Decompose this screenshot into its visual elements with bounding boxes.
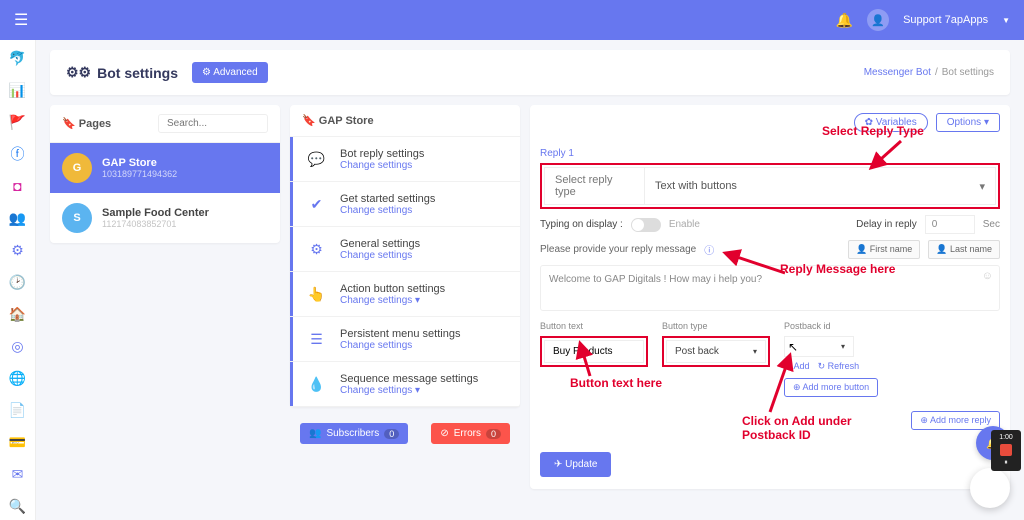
errors-button[interactable]: ⊘ Errors 0 (431, 423, 510, 444)
iconbar: 🐬 📊 🚩 ⓕ ◘ 👥 ⚙ 🕑 🏠 ◎ 🌐 📄 💳 ✉ 🔍 (0, 40, 36, 520)
chevron-down-icon: ▾ (979, 180, 985, 193)
user-name[interactable]: Support 7apApps (903, 14, 988, 26)
pages-icon: 🔖 (62, 117, 76, 130)
topbar: ☰ 🔔 👤 Support 7apApps ▼ (0, 0, 1024, 40)
target-icon[interactable]: ◎ (10, 338, 26, 354)
cursor-icon: ↖ (788, 340, 798, 354)
refresh-link[interactable]: ↻ Refresh (818, 361, 860, 372)
crumb-b: Bot settings (942, 67, 994, 78)
mail-icon[interactable]: ✉ (10, 466, 26, 482)
button-type-select[interactable]: Post back▾ (666, 340, 766, 363)
drop-icon: 💧 (290, 362, 340, 406)
pointer-icon: 👆 (290, 272, 340, 316)
add-more-button[interactable]: ⊕ Add more button (784, 378, 878, 397)
page-item-sample[interactable]: S Sample Food Center112174083852701 (50, 193, 280, 243)
gears-icon: ⚙⚙ (66, 64, 91, 81)
chat-bubble[interactable] (970, 468, 1010, 508)
typing-toggle[interactable] (631, 218, 661, 232)
gear-icon[interactable]: ⚙ (10, 242, 26, 258)
search-icon[interactable]: 🔍 (10, 498, 26, 514)
recorder-widget[interactable]: 1:00 ⏸ (991, 430, 1021, 471)
logo-icon[interactable]: 🐬 (10, 50, 26, 66)
cog-icon: ⚙ (290, 227, 340, 271)
globe-icon[interactable]: 🌐 (10, 370, 26, 386)
crumb-a[interactable]: Messenger Bot (864, 67, 931, 78)
card-icon[interactable]: 💳 (10, 434, 26, 450)
page-avatar: G (62, 153, 92, 183)
chart-icon[interactable]: 📊 (10, 82, 26, 98)
page-title: ⚙⚙Bot settings (66, 64, 178, 81)
options-button[interactable]: Options ▾ (936, 113, 1000, 132)
settings-panel: 🔖 GAP Store 💬Bot reply settingsChange se… (290, 105, 520, 454)
stop-icon[interactable] (1000, 444, 1012, 456)
reply-label: Reply 1 (540, 148, 1000, 159)
breadcrumb: Messenger Bot/Bot settings (864, 67, 994, 78)
check-icon: ✔ (290, 182, 340, 226)
clock-icon[interactable]: 🕑 (10, 274, 26, 290)
select-reply-type[interactable]: Select reply type Text with buttons▾ (544, 167, 996, 205)
reply-message-input[interactable]: Welcome to GAP Digitals ! How may i help… (540, 265, 1000, 311)
button-text-input[interactable] (544, 340, 644, 363)
menu-icon: ☰ (290, 317, 340, 361)
chevron-down-icon: ▼ (1002, 16, 1010, 25)
select-reply-type-highlight: Select reply type Text with buttons▾ (540, 163, 1000, 209)
flag-icon[interactable]: 🚩 (10, 114, 26, 130)
page-avatar: S (62, 203, 92, 233)
facebook-icon[interactable]: ⓕ (10, 146, 26, 162)
doc-icon[interactable]: 📄 (10, 402, 26, 418)
page-header: ⚙⚙Bot settings ⚙ Advanced Messenger Bot/… (50, 50, 1010, 95)
search-input[interactable] (158, 114, 268, 133)
main: ⚙⚙Bot settings ⚙ Advanced Messenger Bot/… (36, 40, 1024, 520)
update-button[interactable]: ✈ Update (540, 452, 611, 477)
chat-icon: 💬 (290, 137, 340, 181)
setting-get-started[interactable]: ✔Get started settingsChange settings (290, 182, 520, 227)
setting-sequence[interactable]: 💧Sequence message settingsChange setting… (290, 362, 520, 407)
page-item-gap[interactable]: G GAP Store103189771494362 (50, 143, 280, 193)
menu-icon[interactable]: ☰ (14, 10, 28, 30)
setting-persistent-menu[interactable]: ☰Persistent menu settingsChange settings (290, 317, 520, 362)
setting-general[interactable]: ⚙General settingsChange settings (290, 227, 520, 272)
info-icon[interactable]: ⓘ (704, 242, 714, 257)
subscribers-button[interactable]: 👥 Subscribers 0 (300, 423, 408, 444)
emoji-icon: ☺ (982, 270, 993, 282)
typing-label: Typing on display : (540, 219, 623, 230)
variables-button[interactable]: ✿ Variables (854, 113, 928, 132)
avatar[interactable]: 👤 (867, 9, 889, 31)
setting-bot-reply[interactable]: 💬Bot reply settingsChange settings (290, 137, 520, 182)
reply-panel: ✿ Variables Options ▾ Reply 1 Select rep… (530, 105, 1010, 489)
first-name-button[interactable]: 👤 First name (848, 240, 920, 259)
setting-action-button[interactable]: 👆Action button settingsChange settings ▾ (290, 272, 520, 317)
bell-icon[interactable]: 🔔 (836, 12, 853, 29)
instagram-icon[interactable]: ◘ (10, 178, 26, 194)
users-icon[interactable]: 👥 (10, 210, 26, 226)
delay-input[interactable] (925, 215, 975, 234)
provide-label: Please provide your reply message (540, 244, 696, 255)
last-name-button[interactable]: 👤 Last name (928, 240, 1000, 259)
settings-title: GAP Store (319, 115, 374, 127)
advanced-button[interactable]: ⚙ Advanced (192, 62, 268, 83)
home-icon[interactable]: 🏠 (10, 306, 26, 322)
add-link[interactable]: ⊕ Add (784, 361, 810, 372)
pages-label: Pages (79, 118, 111, 130)
pages-panel: 🔖 Pages G GAP Store103189771494362 S Sam… (50, 105, 280, 243)
